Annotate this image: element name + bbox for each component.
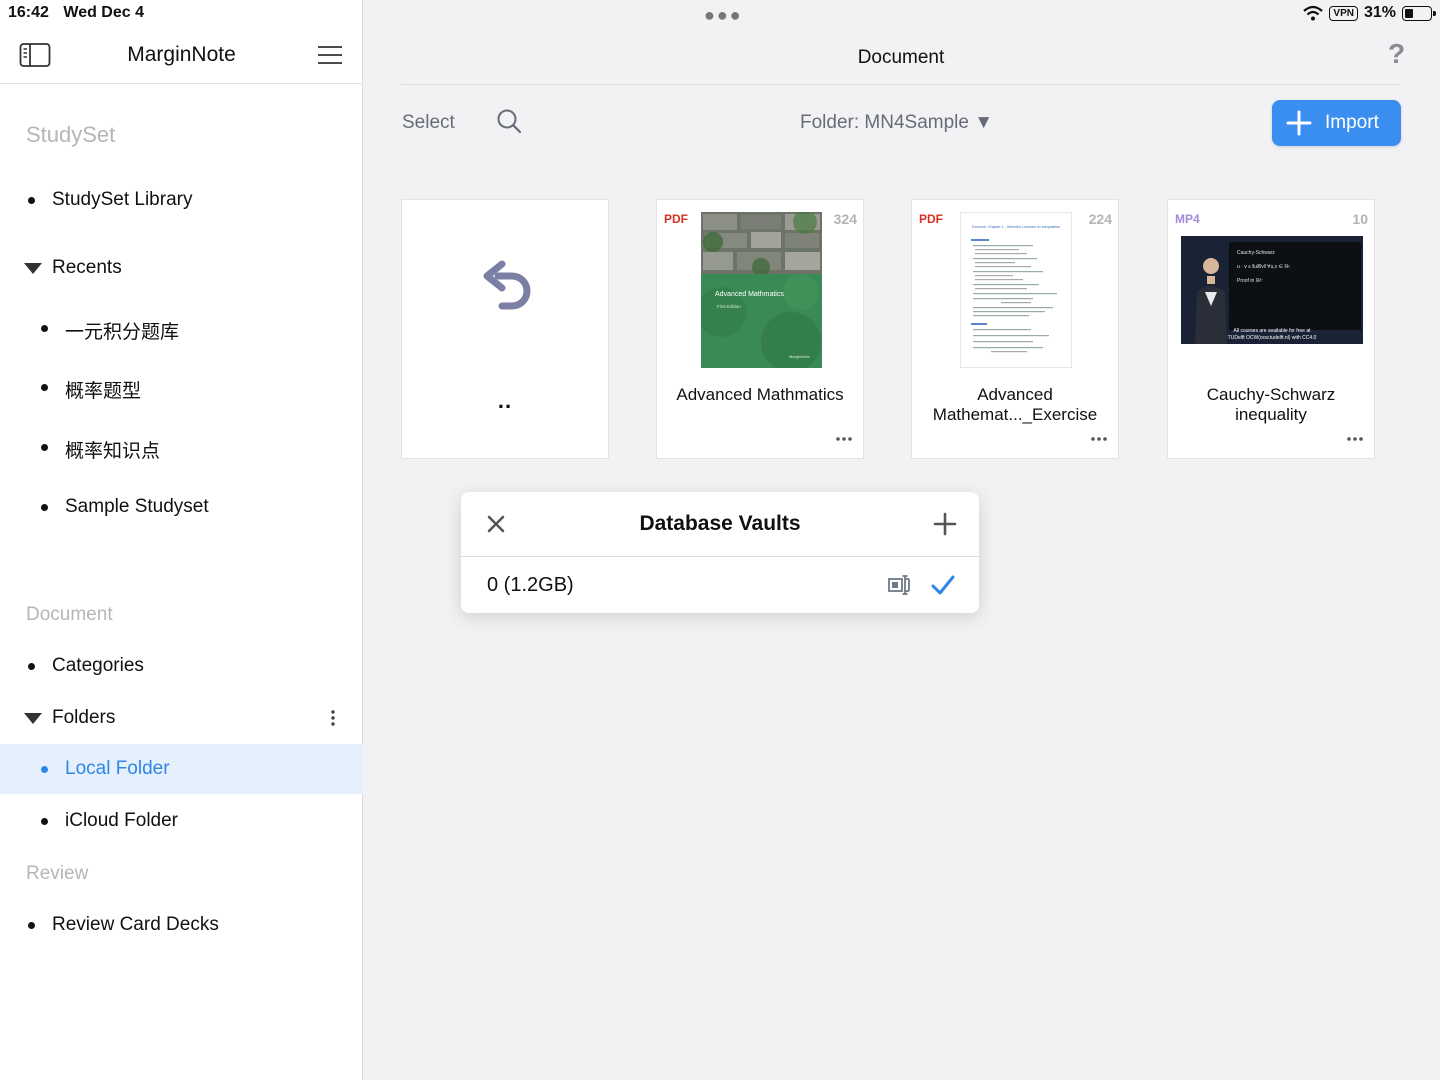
bullet <box>28 922 35 929</box>
page-count: 324 <box>833 211 857 227</box>
document-thumbnail: Advanced Mathmatics First Edition Margin… <box>701 212 822 368</box>
parent-folder-card[interactable]: .. <box>401 199 609 459</box>
popover-title: Database Vaults <box>639 512 801 535</box>
battery-icon <box>1402 5 1436 21</box>
vault-name: 0 (1.2GB) <box>487 574 574 596</box>
status-right: VPN 31% <box>1303 3 1436 23</box>
sidebar-item-label: 概率知识点 <box>65 441 161 462</box>
file-type-badge: PDF <box>919 212 943 226</box>
status-time: 16:42 <box>8 4 49 21</box>
more-vertical-icon[interactable] <box>330 709 336 727</box>
menu-icon[interactable] <box>316 44 344 66</box>
add-icon[interactable] <box>933 512 957 536</box>
sidebar-item-recent-1[interactable]: 一元积分题库 <box>0 303 363 353</box>
exercise-page-lines <box>971 239 1057 353</box>
sidebar-item-folders[interactable]: Folders <box>0 693 363 743</box>
status-date: Wed Dec 4 <box>63 4 144 21</box>
cover-brand: MarginNote <box>789 354 810 359</box>
section-studyset: StudySet <box>26 122 116 147</box>
vault-row[interactable]: 0 (1.2GB) <box>461 558 979 613</box>
document-name: Cauchy-Schwarz inequality <box>1206 385 1336 424</box>
disclosure-triangle-icon[interactable] <box>24 263 42 274</box>
document-card[interactable]: MP4 10 Cauchy-Schwarz u · v ≤ ‖u‖‖v‖ ∀u,… <box>1167 199 1375 459</box>
app-title: MarginNote <box>127 43 236 66</box>
sidebar-item-label: Folders <box>52 707 116 728</box>
document-card[interactable]: PDF 324 Advanced Mathmatics First Editio… <box>656 199 864 459</box>
battery-percent: 31% <box>1363 4 1396 21</box>
sidebar-item-label: iCloud Folder <box>65 810 178 831</box>
multitask-dots[interactable]: ●●● <box>704 5 743 26</box>
more-horizontal-icon[interactable] <box>1346 436 1364 442</box>
file-type-badge: PDF <box>664 212 688 226</box>
sidebar-item-label: StudySet Library <box>52 189 193 210</box>
wifi-icon <box>1303 5 1324 21</box>
sidebar-item-label: Categories <box>52 655 144 676</box>
sidebar-item-recents[interactable]: Recents <box>0 243 363 293</box>
sidebar-item-label: Sample Studyset <box>65 496 209 517</box>
bullet <box>41 818 48 825</box>
sidebar-item-label: 一元积分题库 <box>65 322 180 343</box>
sidebar-item-label: 概率题型 <box>65 381 142 402</box>
bullet <box>28 663 35 670</box>
database-vaults-popover: Database Vaults 0 (1.2GB) <box>461 492 979 613</box>
video-caption-2: TUDelft OCW(ocw.tudelft.nl) with CC4.0 <box>1227 335 1317 341</box>
sidebar-item-local-folder[interactable]: Local Folder <box>0 744 363 794</box>
bullet <box>28 197 35 204</box>
checkmark-icon <box>931 575 955 595</box>
file-type-badge: MP4 <box>1175 212 1200 226</box>
sidebar-item-studyset-library[interactable]: StudySet Library <box>0 175 363 225</box>
sidebar-item-label: Local Folder <box>65 758 170 779</box>
back-arrow-icon <box>483 260 531 310</box>
board-line-2: Proof in ℝ²: <box>1237 278 1263 284</box>
disclosure-triangle-icon[interactable] <box>24 713 42 724</box>
bullet <box>41 444 48 451</box>
cover-title: Advanced Mathmatics <box>715 291 784 298</box>
bullet <box>41 384 48 391</box>
video-thumbnail: Cauchy-Schwarz u · v ≤ ‖u‖‖v‖ ∀u,v ∈ ℝⁿ … <box>1181 236 1363 344</box>
sidebar-item-icloud-folder[interactable]: iCloud Folder <box>0 796 363 846</box>
document-thumbnail: Exercise: Chapter 1 - Selected Lectures … <box>960 212 1072 368</box>
popover-header: Database Vaults <box>461 492 979 557</box>
folder-selector[interactable]: Folder: MN4Sample ▼ <box>800 112 993 134</box>
stone-wall-cover <box>701 212 822 368</box>
import-label: Import <box>1325 112 1379 133</box>
cover-subtitle: First Edition <box>717 304 741 309</box>
sidebar-item-review-decks[interactable]: Review Card Decks <box>0 900 363 950</box>
search-icon[interactable] <box>496 108 522 134</box>
document-name: Advanced Mathmatics <box>676 385 844 404</box>
section-document: Document <box>26 604 113 625</box>
page-count: 224 <box>1088 211 1112 227</box>
rename-icon[interactable] <box>887 573 911 597</box>
page-title: Document <box>857 47 945 68</box>
plus-icon <box>1286 110 1312 136</box>
import-button[interactable]: Import <box>1272 100 1401 146</box>
sidebar-header: MarginNote <box>0 30 363 84</box>
sidebar-item-categories[interactable]: Categories <box>0 641 363 691</box>
more-horizontal-icon[interactable] <box>1090 436 1108 442</box>
page-count: 10 <box>1352 211 1368 227</box>
parent-folder-label: .. <box>497 388 513 413</box>
sidebar-item-recent-2[interactable]: 概率题型 <box>0 362 363 412</box>
status-left: 16:42 Wed Dec 4 <box>8 4 154 22</box>
bullet <box>41 504 48 511</box>
video-caption-1: All courses are available for free at <box>1233 328 1311 334</box>
vpn-badge: VPN <box>1329 5 1358 21</box>
bullet <box>41 325 48 332</box>
document-name: Advanced Mathemat..._Exercise <box>932 385 1098 424</box>
board-line-1: u · v ≤ ‖u‖‖v‖ ∀u,v ∈ ℝⁿ <box>1237 264 1291 270</box>
sidebar-item-recent-4[interactable]: Sample Studyset <box>0 482 363 532</box>
section-review: Review <box>26 863 89 884</box>
more-horizontal-icon[interactable] <box>835 436 853 442</box>
sidebar-item-label: Review Card Decks <box>52 914 219 935</box>
bullet <box>41 766 48 773</box>
board-title: Cauchy-Schwarz <box>1237 250 1275 256</box>
sidebar: 16:42 Wed Dec 4 MarginNote StudySet Stud… <box>0 0 363 1080</box>
sidebar-item-recent-3[interactable]: 概率知识点 <box>0 422 363 472</box>
document-card[interactable]: PDF 224 Exercise: Chapter 1 - Selected L… <box>911 199 1119 459</box>
header-divider <box>401 84 1401 85</box>
sidebar-item-label: Recents <box>52 257 122 278</box>
help-button[interactable]: ? <box>1388 38 1405 70</box>
select-button[interactable]: Select <box>402 112 455 134</box>
